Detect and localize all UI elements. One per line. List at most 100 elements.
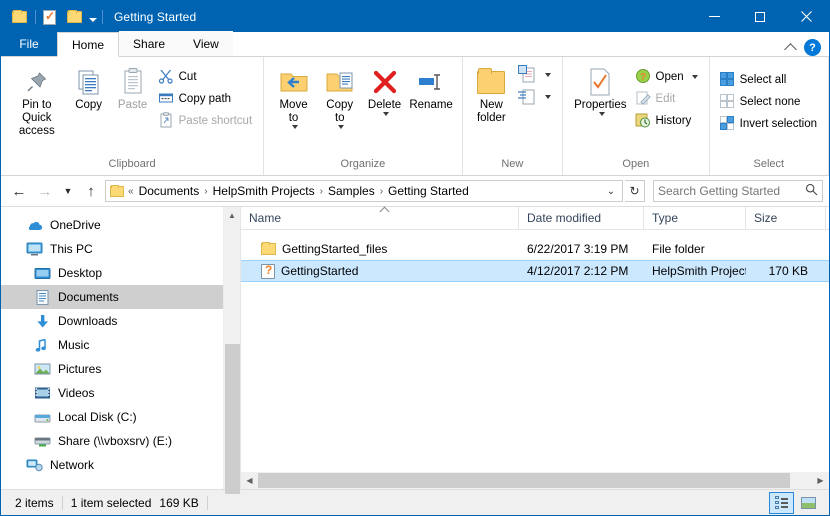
- file-list-pane: Name Date modified Type Size GettingStar…: [240, 206, 829, 489]
- tab-share[interactable]: Share: [119, 31, 180, 56]
- sidebar-item-pictures[interactable]: Pictures: [1, 357, 223, 381]
- copy-path-label: Copy path: [178, 93, 232, 105]
- recent-locations-button[interactable]: ▼: [59, 179, 77, 203]
- qat-new-folder-icon[interactable]: [67, 9, 83, 25]
- easy-access-button[interactable]: [514, 86, 556, 108]
- maximize-button[interactable]: [737, 1, 783, 32]
- forward-button[interactable]: →: [33, 179, 57, 203]
- edit-icon: [635, 90, 651, 109]
- thumbnail-view-button[interactable]: [796, 492, 821, 514]
- table-row[interactable]: GettingStarted 4/12/2017 2:12 PM HelpSmi…: [241, 260, 829, 282]
- minimize-button[interactable]: [691, 1, 737, 32]
- column-label: Size: [754, 211, 778, 225]
- select-all-label: Select all: [739, 74, 787, 86]
- sidebar-item-downloads[interactable]: Downloads: [1, 309, 223, 333]
- tab-home[interactable]: Home: [57, 32, 120, 57]
- address-path-box[interactable]: « Documents › HelpSmith Projects › Sampl…: [105, 180, 623, 202]
- scroll-right-icon[interactable]: ▶: [812, 472, 829, 489]
- sidebar-item-desktop[interactable]: Desktop: [1, 261, 223, 285]
- delete-button[interactable]: Delete: [363, 62, 407, 116]
- music-icon: [34, 338, 51, 353]
- cut-button[interactable]: Cut: [155, 66, 258, 88]
- scroll-left-icon[interactable]: ◀: [241, 472, 258, 489]
- path-prefix: «: [128, 185, 134, 197]
- breadcrumb-getting-started[interactable]: Getting Started: [384, 184, 473, 198]
- rename-label: Rename: [409, 99, 453, 111]
- window-title: Getting Started: [114, 9, 197, 24]
- history-button[interactable]: History: [632, 110, 703, 132]
- pin-to-quick-access-button[interactable]: Pin to Quick access: [7, 62, 67, 138]
- tab-file[interactable]: File: [1, 31, 57, 56]
- scroll-thumb[interactable]: [258, 473, 790, 488]
- qat-folder-icon[interactable]: [12, 9, 28, 25]
- column-label: Date modified: [527, 211, 602, 225]
- new-item-button[interactable]: [514, 64, 556, 86]
- qat-dropdown-icon[interactable]: [87, 15, 99, 22]
- paste-shortcut-button[interactable]: Paste shortcut: [155, 110, 258, 132]
- copy-button[interactable]: Copy: [67, 62, 111, 112]
- invert-selection-button[interactable]: Invert selection: [716, 113, 822, 135]
- select-none-button[interactable]: Select none: [716, 91, 822, 113]
- horizontal-scrollbar[interactable]: ◀ ▶: [241, 472, 829, 489]
- refresh-button[interactable]: ↻: [625, 180, 645, 202]
- sidebar-item-local-disk-c[interactable]: Local Disk (C:): [1, 405, 223, 429]
- invert-selection-icon: [719, 115, 735, 134]
- details-view-button[interactable]: [769, 491, 794, 514]
- navigation-scrollbar[interactable]: ▲ ▼: [223, 207, 241, 494]
- select-none-label: Select none: [739, 96, 801, 108]
- scroll-up-icon[interactable]: ▲: [224, 207, 241, 224]
- column-header-date-modified[interactable]: Date modified: [519, 207, 644, 229]
- sidebar-item-this-pc[interactable]: This PC: [1, 237, 223, 261]
- chevron-up-icon[interactable]: [784, 43, 797, 56]
- sidebar-item-onedrive[interactable]: OneDrive: [1, 213, 223, 237]
- move-to-button[interactable]: Move to: [270, 62, 317, 129]
- pin-label: Pin to Quick access: [18, 99, 55, 137]
- properties-button[interactable]: Properties: [569, 62, 631, 116]
- tab-view[interactable]: View: [179, 31, 233, 56]
- select-all-button[interactable]: Select all: [716, 69, 822, 91]
- help-button[interactable]: ?: [804, 39, 821, 56]
- breadcrumb-documents[interactable]: Documents: [135, 184, 204, 198]
- divider: [206, 495, 208, 510]
- scroll-thumb[interactable]: [224, 344, 240, 494]
- back-button[interactable]: ←: [7, 179, 31, 203]
- qat-properties-icon[interactable]: [43, 9, 59, 25]
- this-pc-icon: [26, 242, 43, 256]
- search-input[interactable]: Search Getting Started: [653, 180, 823, 202]
- table-row[interactable]: GettingStarted_files 6/22/2017 3:19 PM F…: [241, 238, 829, 260]
- new-folder-button[interactable]: New folder: [469, 62, 514, 125]
- open-button[interactable]: ? Open: [632, 66, 703, 88]
- ribbon-group-organize: Move to Copy to Delete Rename Organize: [264, 57, 463, 175]
- sidebar-item-share-vboxsrv-e[interactable]: Share (\\vboxsrv) (E:): [1, 429, 223, 453]
- file-rows: GettingStarted_files 6/22/2017 3:19 PM F…: [241, 230, 829, 472]
- downloads-icon: [34, 314, 51, 329]
- column-header-type[interactable]: Type: [644, 207, 746, 229]
- copy-to-button[interactable]: Copy to: [317, 62, 363, 129]
- delete-icon: [371, 65, 399, 99]
- breadcrumb-helpsmith-projects[interactable]: HelpSmith Projects: [209, 184, 319, 198]
- copy-path-button[interactable]: Copy path: [155, 88, 258, 110]
- videos-icon: [34, 386, 51, 400]
- main-content: OneDrive This PC Desktop Documents Downl…: [1, 206, 829, 494]
- view-buttons: [769, 491, 823, 514]
- scroll-track[interactable]: [224, 224, 241, 494]
- rename-button[interactable]: Rename: [407, 62, 456, 112]
- paste-button[interactable]: Paste: [111, 62, 155, 112]
- scroll-track[interactable]: [258, 472, 812, 489]
- select-all-icon: [719, 71, 735, 90]
- sidebar-item-music[interactable]: Music: [1, 333, 223, 357]
- column-header-size[interactable]: Size: [746, 207, 826, 229]
- sidebar-item-documents[interactable]: Documents: [1, 285, 223, 309]
- breadcrumb-samples[interactable]: Samples: [324, 184, 379, 198]
- up-button[interactable]: ↑: [79, 179, 103, 203]
- network-icon: [26, 458, 43, 472]
- edit-button[interactable]: Edit: [632, 88, 703, 110]
- column-header-name[interactable]: Name: [241, 206, 519, 229]
- invert-selection-label: Invert selection: [739, 118, 817, 130]
- sidebar-item-videos[interactable]: Videos: [1, 381, 223, 405]
- chevron-down-icon[interactable]: ⌄: [602, 186, 620, 197]
- sidebar-item-network[interactable]: Network: [1, 453, 223, 477]
- select-none-icon: [719, 93, 735, 112]
- sidebar-label: Local Disk (C:): [58, 410, 137, 424]
- close-button[interactable]: [783, 1, 829, 32]
